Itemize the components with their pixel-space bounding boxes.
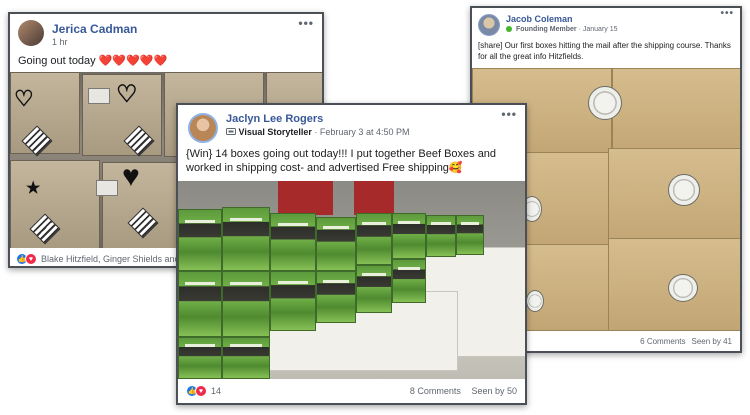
beef-box [222, 271, 270, 337]
comments-count[interactable]: 6 Comments [640, 337, 685, 346]
post-header: Jaclyn Lee Rogers Visual Storyteller · F… [178, 105, 525, 147]
post-date[interactable]: February 3 at 4:50 PM [320, 127, 410, 137]
beef-box [270, 213, 316, 271]
heart-doodle-icon: ♥ [122, 160, 140, 193]
author-name[interactable]: Jacob Coleman [506, 14, 618, 24]
box-seal-icon [668, 274, 698, 302]
seen-by-count[interactable]: Seen by 50 [471, 386, 517, 396]
box-image-part [512, 244, 622, 331]
post-date[interactable]: January 15 [583, 26, 618, 33]
beef-box [178, 209, 222, 271]
beef-box [270, 271, 316, 331]
love-reaction-icon[interactable]: ♥ [25, 253, 37, 265]
beef-box [316, 271, 356, 323]
post-time[interactable]: 1 hr [52, 37, 137, 47]
heart-doodle-icon: ♡ [116, 81, 138, 108]
box-label [96, 180, 118, 196]
post-photo[interactable] [178, 181, 525, 379]
founding-member-icon [506, 26, 512, 33]
more-options-icon[interactable]: ••• [720, 8, 734, 19]
beef-box [426, 215, 456, 257]
heart-doodle-icon: ♡ [14, 86, 34, 111]
post-text: Going out today ❤️❤️❤️❤️❤️ [18, 55, 168, 67]
avatar[interactable] [18, 20, 44, 46]
date-separator: · [314, 127, 318, 137]
box-label [88, 88, 110, 104]
post-card-jaclyn: Jaclyn Lee Rogers Visual Storyteller · F… [176, 103, 527, 405]
storyteller-icon [226, 128, 236, 135]
seen-by-count[interactable]: Seen by 41 [692, 337, 732, 346]
box-seal-icon [668, 174, 700, 206]
post-text: [share] Our first boxes hitting the mail… [478, 41, 731, 61]
more-options-icon[interactable]: ••• [298, 16, 314, 30]
date-separator: · [578, 26, 581, 33]
beef-box [222, 207, 270, 271]
post-header: Jacob Coleman Founding Member · January … [472, 8, 740, 38]
reaction-names[interactable]: Blake Hitzfield, Ginger Shields and 3 [41, 254, 187, 264]
beef-box [356, 265, 392, 313]
post-text: {Win} 14 boxes going out today!!! I put … [186, 148, 497, 174]
love-reaction-icon[interactable]: ♥ [195, 385, 207, 397]
avatar[interactable] [478, 14, 500, 36]
box-image-part [612, 68, 740, 158]
photo-curtain [278, 181, 333, 215]
beef-box [356, 213, 392, 265]
more-options-icon[interactable]: ••• [501, 107, 517, 121]
author-name[interactable]: Jerica Cadman [52, 22, 137, 36]
beef-box [222, 337, 270, 379]
star-doodle-icon: ★ [26, 180, 41, 197]
post-header: Jerica Cadman 1 hr ••• [10, 14, 322, 50]
author-name[interactable]: Jaclyn Lee Rogers [226, 113, 409, 125]
beef-box [178, 337, 222, 379]
member-badge: Founding Member [515, 26, 577, 33]
member-badge: Visual Storyteller [238, 127, 312, 137]
box-image-part [10, 160, 100, 248]
beef-box [392, 213, 426, 259]
beef-box [316, 217, 356, 271]
beef-box [392, 259, 426, 303]
comments-count[interactable]: 8 Comments [410, 386, 461, 396]
post-footer: 👍 ♥ 14 8 Comments Seen by 50 [178, 379, 525, 403]
photo-curtain [354, 181, 394, 215]
beef-box [178, 271, 222, 337]
box-seal-icon [588, 86, 622, 120]
beef-box [456, 215, 484, 255]
box-seal-icon [526, 290, 544, 312]
avatar[interactable] [188, 113, 218, 143]
reaction-count[interactable]: 14 [211, 386, 221, 396]
